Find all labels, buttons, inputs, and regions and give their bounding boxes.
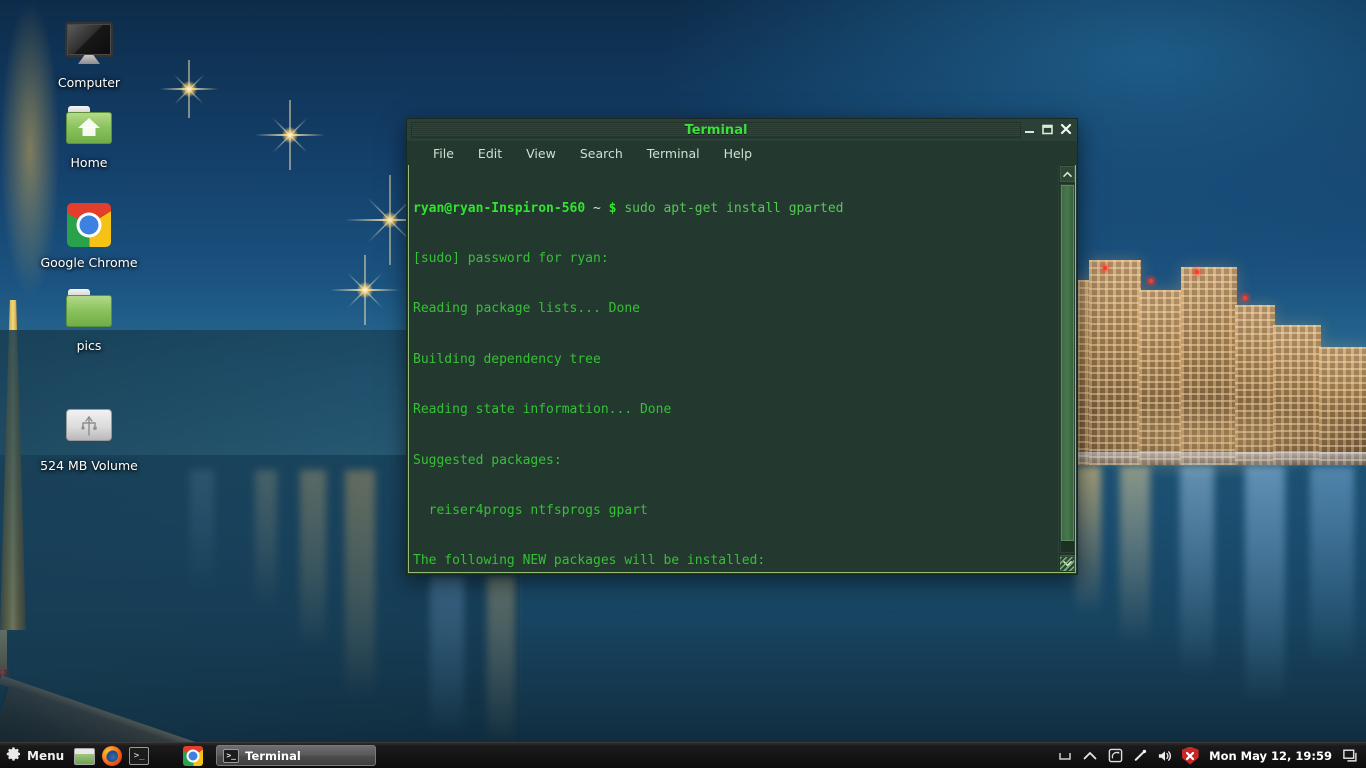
taskbar-window-label: Terminal bbox=[245, 749, 301, 763]
prompt-user-host: ryan@ryan-Inspiron-560 bbox=[413, 201, 585, 216]
start-menu-button[interactable]: Menu bbox=[0, 743, 72, 768]
wallpaper-light-flare bbox=[255, 100, 325, 170]
wallpaper-light-flare bbox=[330, 255, 400, 325]
workspace-switcher-icon[interactable] bbox=[1342, 747, 1360, 765]
hide-tray-icon[interactable] bbox=[1056, 747, 1074, 765]
desktop-icon-label: Computer bbox=[56, 75, 122, 90]
menu-bar[interactable]: File Edit View Search Terminal Help bbox=[407, 141, 1077, 165]
desktop-icon-google-chrome[interactable]: Google Chrome bbox=[34, 200, 144, 270]
wallpaper-shoreline bbox=[1045, 452, 1366, 466]
menu-file[interactable]: File bbox=[423, 144, 464, 163]
desktop-icon-label: Google Chrome bbox=[38, 255, 139, 270]
desktop-icon-label: Home bbox=[69, 155, 110, 170]
minimize-icon[interactable] bbox=[1022, 121, 1037, 137]
show-desktop-icon[interactable] bbox=[74, 745, 96, 767]
menu-help[interactable]: Help bbox=[714, 144, 763, 163]
maximize-icon[interactable] bbox=[1040, 121, 1055, 137]
scroll-up-icon[interactable] bbox=[1060, 166, 1075, 182]
prompt-path: ~ bbox=[593, 201, 601, 216]
desktop-icon-pics[interactable]: pics bbox=[34, 283, 144, 353]
taskbar-window-terminal[interactable]: >_ Terminal bbox=[216, 745, 376, 766]
file-manager-icon[interactable] bbox=[155, 745, 177, 767]
wallpaper-reflection bbox=[1245, 466, 1285, 706]
terminal-scrollbar[interactable] bbox=[1058, 165, 1075, 572]
clock[interactable]: Mon May 12, 19:59 bbox=[1206, 749, 1335, 763]
window-controls[interactable] bbox=[1022, 121, 1073, 137]
terminal-line: Suggested packages: bbox=[413, 453, 1058, 470]
computer-monitor-icon bbox=[34, 20, 144, 72]
wallpaper-reflection bbox=[1180, 466, 1214, 676]
terminal-line: The following NEW packages will be insta… bbox=[413, 553, 1058, 570]
terminal-line: Reading package lists... Done bbox=[413, 301, 1058, 318]
system-tray[interactable]: Mon May 12, 19:59 bbox=[1056, 747, 1366, 765]
chevron-up-icon[interactable] bbox=[1081, 747, 1099, 765]
volume-icon[interactable] bbox=[1156, 747, 1174, 765]
chrome-icon[interactable] bbox=[182, 745, 204, 767]
prompt-symbol: $ bbox=[609, 201, 617, 216]
window-resize-grip[interactable] bbox=[1060, 557, 1074, 571]
launcher-area[interactable]: >_ bbox=[72, 745, 204, 767]
menu-terminal[interactable]: Terminal bbox=[637, 144, 710, 163]
start-menu-label: Menu bbox=[27, 749, 64, 763]
menu-edit[interactable]: Edit bbox=[468, 144, 512, 163]
wallpaper-light-flare bbox=[160, 60, 218, 118]
bluetooth-icon[interactable] bbox=[1131, 747, 1149, 765]
menu-search[interactable]: Search bbox=[570, 144, 633, 163]
terminal-line: Reading state information... Done bbox=[413, 402, 1058, 419]
firefox-icon[interactable] bbox=[101, 745, 123, 767]
desktop[interactable]: Computer Home Google Chrome pics bbox=[0, 0, 1366, 768]
desktop-icon-computer[interactable]: Computer bbox=[34, 20, 144, 90]
scrollbar-track[interactable] bbox=[1060, 184, 1075, 553]
home-folder-icon bbox=[34, 100, 144, 152]
terminal-window[interactable]: Terminal File Edit View Search Terminal … bbox=[406, 118, 1078, 575]
wallpaper-reflection bbox=[1310, 466, 1354, 666]
desktop-icon-home[interactable]: Home bbox=[34, 100, 144, 170]
desktop-icon-label: pics bbox=[75, 338, 104, 353]
window-titlebar[interactable]: Terminal bbox=[407, 119, 1077, 141]
terminal-line: reiser4progs ntfsprogs gpart bbox=[413, 503, 1058, 520]
menu-view[interactable]: View bbox=[516, 144, 566, 163]
folder-icon bbox=[34, 283, 144, 335]
usb-drive-icon bbox=[34, 403, 144, 455]
security-shield-icon[interactable] bbox=[1181, 747, 1199, 765]
gear-icon bbox=[6, 746, 22, 766]
terminal-prompt-line: ryan@ryan-Inspiron-560 ~ $ sudo apt-get … bbox=[413, 201, 1058, 218]
wallpaper-reflection bbox=[1120, 466, 1150, 646]
terminal-line: Building dependency tree bbox=[413, 352, 1058, 369]
terminal-output[interactable]: ryan@ryan-Inspiron-560 ~ $ sudo apt-get … bbox=[409, 165, 1058, 572]
desktop-icon-volume[interactable]: 524 MB Volume bbox=[34, 403, 144, 473]
wallpaper-reflection bbox=[1075, 466, 1101, 616]
taskbar[interactable]: Menu >_ >_ Terminal bbox=[0, 742, 1366, 768]
terminal-body: ryan@ryan-Inspiron-560 ~ $ sudo apt-get … bbox=[408, 165, 1076, 573]
display-settings-icon[interactable] bbox=[1106, 747, 1124, 765]
scrollbar-thumb[interactable] bbox=[1061, 185, 1074, 541]
terminal-command: sudo apt-get install gparted bbox=[624, 201, 843, 216]
desktop-icon-label: 524 MB Volume bbox=[38, 458, 140, 473]
terminal-line: [sudo] password for ryan: bbox=[413, 251, 1058, 268]
window-list[interactable]: >_ Terminal bbox=[204, 745, 376, 766]
google-chrome-icon bbox=[34, 200, 144, 252]
terminal-icon: >_ bbox=[223, 749, 239, 763]
window-title: Terminal bbox=[407, 123, 1077, 138]
terminal-icon[interactable]: >_ bbox=[128, 745, 150, 767]
close-icon[interactable] bbox=[1058, 121, 1073, 137]
